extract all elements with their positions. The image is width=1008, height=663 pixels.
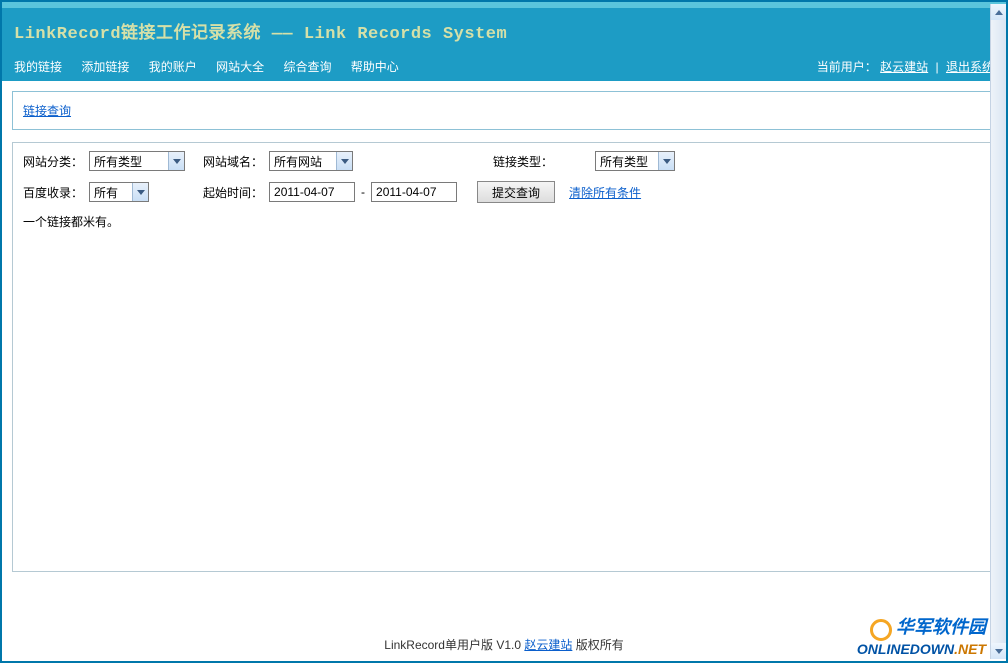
scroll-down-arrow-icon[interactable]	[991, 643, 1006, 659]
watermark-en: ONLINEDOWN.NET	[857, 641, 986, 657]
logout-link[interactable]: 退出系统	[946, 60, 994, 74]
select-site-category-value: 所有类型	[94, 153, 146, 170]
nav-help[interactable]: 帮助中心	[351, 60, 399, 74]
chevron-down-icon	[168, 152, 184, 170]
vertical-scrollbar[interactable]	[990, 4, 1006, 659]
current-user-label: 当前用户：	[817, 60, 877, 74]
nav-my-links[interactable]: 我的链接	[14, 60, 62, 74]
submit-search-button[interactable]: 提交查询	[477, 181, 555, 203]
input-date-from[interactable]	[269, 182, 355, 202]
footer-version: LinkRecord单用户版 V1.0	[384, 638, 521, 652]
clear-filters-link[interactable]: 清除所有条件	[569, 184, 641, 201]
title-separator: ——	[272, 25, 293, 44]
app-header: LinkRecord链接工作记录系统 —— Link Records Syste…	[2, 8, 1006, 52]
select-baidu-index-value: 所有	[94, 184, 122, 201]
nav-sep: |	[936, 60, 939, 74]
footer-copyright: 版权所有	[576, 638, 624, 652]
select-site-domain-value: 所有网站	[274, 153, 326, 170]
breadcrumb-box: 链接查询	[12, 91, 996, 130]
label-start-time: 起始时间：	[203, 184, 269, 201]
breadcrumb-link-search[interactable]: 链接查询	[23, 104, 71, 118]
label-site-domain: 网站域名：	[203, 153, 269, 170]
nav-bar: 我的链接 添加链接 我的账户 网站大全 综合查询 帮助中心 当前用户： 赵云建站…	[2, 52, 1006, 81]
nav-combined-search[interactable]: 综合查询	[283, 60, 331, 74]
select-site-category[interactable]: 所有类型	[89, 151, 185, 171]
nav-right: 当前用户： 赵云建站 | 退出系统	[817, 58, 994, 75]
select-site-domain[interactable]: 所有网站	[269, 151, 353, 171]
nav-site-directory[interactable]: 网站大全	[216, 60, 264, 74]
chevron-down-icon	[336, 152, 352, 170]
label-site-category: 网站分类：	[23, 153, 89, 170]
label-baidu-index: 百度收录：	[23, 184, 89, 201]
form-row-2: 百度收录： 所有 起始时间： - 提交查询 清除所有条件	[23, 181, 985, 203]
input-date-to[interactable]	[371, 182, 457, 202]
select-link-type-value: 所有类型	[600, 153, 652, 170]
watermark-en-suffix: .NET	[954, 641, 986, 657]
select-baidu-index[interactable]: 所有	[89, 182, 149, 202]
scroll-up-arrow-icon[interactable]	[991, 4, 1006, 20]
watermark-ring-icon	[870, 619, 892, 641]
label-link-type: 链接类型：	[493, 153, 559, 170]
watermark-en-prefix: ONLINEDOWN	[857, 641, 954, 657]
title-right: Link Records System	[304, 25, 507, 44]
nav-add-link[interactable]: 添加链接	[81, 60, 129, 74]
search-form-box: 网站分类： 所有类型 网站域名： 所有网站 链接类型： 所有类型	[12, 142, 996, 572]
app-title: LinkRecord链接工作记录系统 —— Link Records Syste…	[14, 25, 507, 44]
nav-left: 我的链接 添加链接 我的账户 网站大全 综合查询 帮助中心	[14, 58, 415, 75]
footer-author-link[interactable]: 赵云建站	[524, 638, 572, 652]
content-area: 链接查询 网站分类： 所有类型 网站域名： 所有网站 链接类型：	[2, 81, 1006, 582]
chevron-down-icon	[132, 183, 148, 201]
empty-result-message: 一个链接都米有。	[23, 213, 985, 230]
form-row-1: 网站分类： 所有类型 网站域名： 所有网站 链接类型： 所有类型	[23, 151, 985, 171]
watermark-logo: 华军软件园 ONLINEDOWN.NET	[857, 613, 986, 657]
watermark-cn: 华军软件园	[896, 617, 986, 637]
select-link-type[interactable]: 所有类型	[595, 151, 675, 171]
nav-my-account[interactable]: 我的账户	[149, 60, 197, 74]
title-left: LinkRecord链接工作记录系统	[14, 25, 261, 44]
current-user-link[interactable]: 赵云建站	[880, 60, 928, 74]
date-dash: -	[361, 185, 365, 199]
footer: LinkRecord单用户版 V1.0 赵云建站 版权所有	[2, 636, 1006, 653]
chevron-down-icon	[658, 152, 674, 170]
